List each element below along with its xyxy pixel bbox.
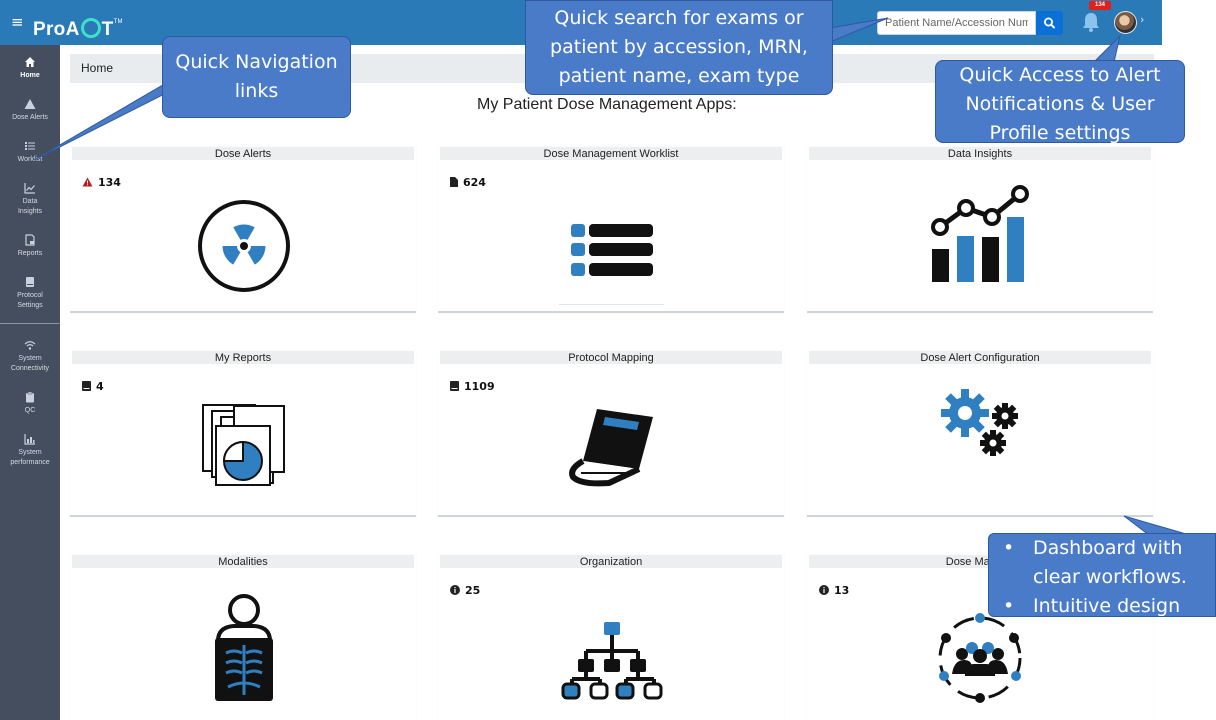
report-icon (25, 234, 35, 246)
insights-chart-icon (931, 185, 1029, 282)
callout-text: Quick Access to Alert Notifications & Us… (959, 64, 1161, 144)
info-icon (819, 585, 829, 595)
card-title: Data Insights (809, 147, 1151, 160)
proact-logo[interactable]: ProA TTM (33, 10, 123, 42)
app-card-protocol-mapping[interactable]: Protocol Mapping 1109 (438, 351, 784, 517)
card-count-value: 13 (834, 584, 850, 597)
app-card-dose-alert-configuration[interactable]: Dose Alert Configuration (807, 351, 1153, 517)
sidebar-item-data-insights[interactable]: Data Insights (0, 182, 60, 217)
protocol-book-icon (569, 409, 653, 487)
sidebar-item-protocol-settings[interactable]: Protocol Settings (0, 276, 60, 311)
hamburger-menu-icon[interactable]: ≡ (11, 13, 24, 31)
callout-bullet-2: • Intuitive design (1003, 595, 1181, 617)
team-network-icon (938, 613, 1022, 703)
alert-triangle-icon (82, 177, 93, 187)
worklist-icon (571, 224, 653, 276)
card-count: 1109 (450, 380, 495, 393)
search-input[interactable] (877, 11, 1036, 35)
home-icon (25, 57, 35, 67)
card-count: 624 (450, 176, 486, 189)
app-root: ≡ ProATTM 134 › Home Dose Alerts Worklis… (0, 0, 1216, 720)
card-title: Organization (440, 555, 782, 568)
card-title: My Reports (72, 351, 414, 364)
sidebar-label-line2: Insights (17, 208, 43, 215)
callout-text: Quick search for exams or patient by acc… (550, 7, 808, 87)
app-card-my-reports[interactable]: My Reports 4 (70, 351, 416, 517)
app-card-dose-management-worklist[interactable]: Dose Management Worklist 624 (438, 147, 784, 313)
card-count-value: 134 (98, 176, 121, 189)
sidebar-divider (0, 323, 60, 324)
sidebar-label-line1: Protocol (17, 292, 43, 299)
app-card-dose-alerts[interactable]: Dose Alerts 134 (70, 147, 416, 313)
card-count-value: 4 (96, 380, 104, 393)
sidebar-label-line2: performance (10, 459, 50, 466)
gears-icon (941, 389, 1018, 456)
sidebar-label: QC (24, 407, 36, 414)
card-count: 4 (82, 380, 104, 393)
sidebar-item-system-connectivity[interactable]: System Connectivity (0, 339, 60, 374)
logo-ring-icon (80, 18, 101, 38)
card-title: Dose Management Worklist (440, 147, 782, 160)
card-count-value: 1109 (464, 380, 495, 393)
book-icon (26, 277, 34, 287)
notification-count-badge: 134 (1089, 1, 1111, 10)
radiation-icon (198, 200, 290, 292)
line-chart-icon (24, 183, 35, 194)
xray-patient-icon (215, 594, 273, 701)
clipboard-icon (26, 391, 34, 403)
sidebar-label-line1: System (18, 355, 42, 362)
card-count: 13 (819, 584, 849, 597)
callout-text: Dashboard with clear workflows. (1033, 537, 1187, 588)
info-icon (450, 585, 460, 595)
breadcrumb-home-link[interactable]: Home (81, 61, 113, 75)
book-icon (82, 381, 91, 391)
callout-text: Quick Navigation links (175, 51, 338, 102)
card-count: 25 (450, 584, 480, 597)
page-title: My Patient Dose Management Apps: (477, 96, 737, 113)
sidebar-label-line1: Data (22, 198, 38, 205)
callout-text: Intuitive design (1033, 595, 1181, 617)
callout-dashboard: • Dashboard with clear workflows. • Intuit… (988, 533, 1216, 617)
sidebar-item-reports[interactable]: Reports (0, 234, 60, 259)
logo-trademark: TM (113, 19, 123, 25)
logo-text-post: T (101, 19, 114, 40)
card-count-value: 624 (463, 176, 486, 189)
app-card-organization[interactable]: Organization 25 (438, 555, 784, 720)
card-title: Protocol Mapping (440, 351, 782, 364)
profile-chevron-icon[interactable]: › (1140, 13, 1144, 26)
sidebar-item-qc[interactable]: QC (0, 391, 60, 416)
logo-text-pre: ProA (33, 19, 80, 40)
card-title: Dose Alert Configuration (809, 351, 1151, 364)
callout-quick-navigation: Quick Navigation links (162, 36, 351, 118)
callout-bullet-1: • Dashboard with clear workflows. (1003, 537, 1187, 588)
book-icon (450, 381, 459, 391)
org-chart-icon (561, 622, 663, 700)
sidebar-item-system-performance[interactable]: System performance (0, 433, 60, 468)
search-callout-pointer (830, 17, 889, 43)
callout-quick-search: Quick search for exams or patient by acc… (525, 0, 833, 95)
card-count: 134 (82, 176, 121, 189)
card-title: Modalities (72, 555, 414, 568)
search-button[interactable] (1036, 11, 1063, 35)
callout-alert-notifications: Quick Access to Alert Notifications & Us… (935, 60, 1185, 144)
sidebar-label: Reports (17, 250, 43, 257)
user-avatar[interactable] (1114, 11, 1137, 34)
sidebar-label-line2: Connectivity (10, 365, 50, 372)
file-icon (450, 177, 458, 187)
app-card-modalities[interactable]: Modalities (70, 555, 416, 720)
pie-report-icon (202, 404, 285, 486)
wifi-icon (24, 341, 36, 350)
card-count-value: 25 (465, 584, 481, 597)
notification-bell-icon[interactable] (1080, 11, 1102, 33)
worklist-underline (559, 304, 664, 305)
app-card-data-insights[interactable]: Data Insights (807, 147, 1153, 313)
search-icon (1043, 17, 1055, 29)
sidebar-label-line2: Settings (17, 302, 43, 309)
bar-chart-icon (24, 434, 35, 445)
sidebar-label-line1: System (18, 449, 42, 456)
